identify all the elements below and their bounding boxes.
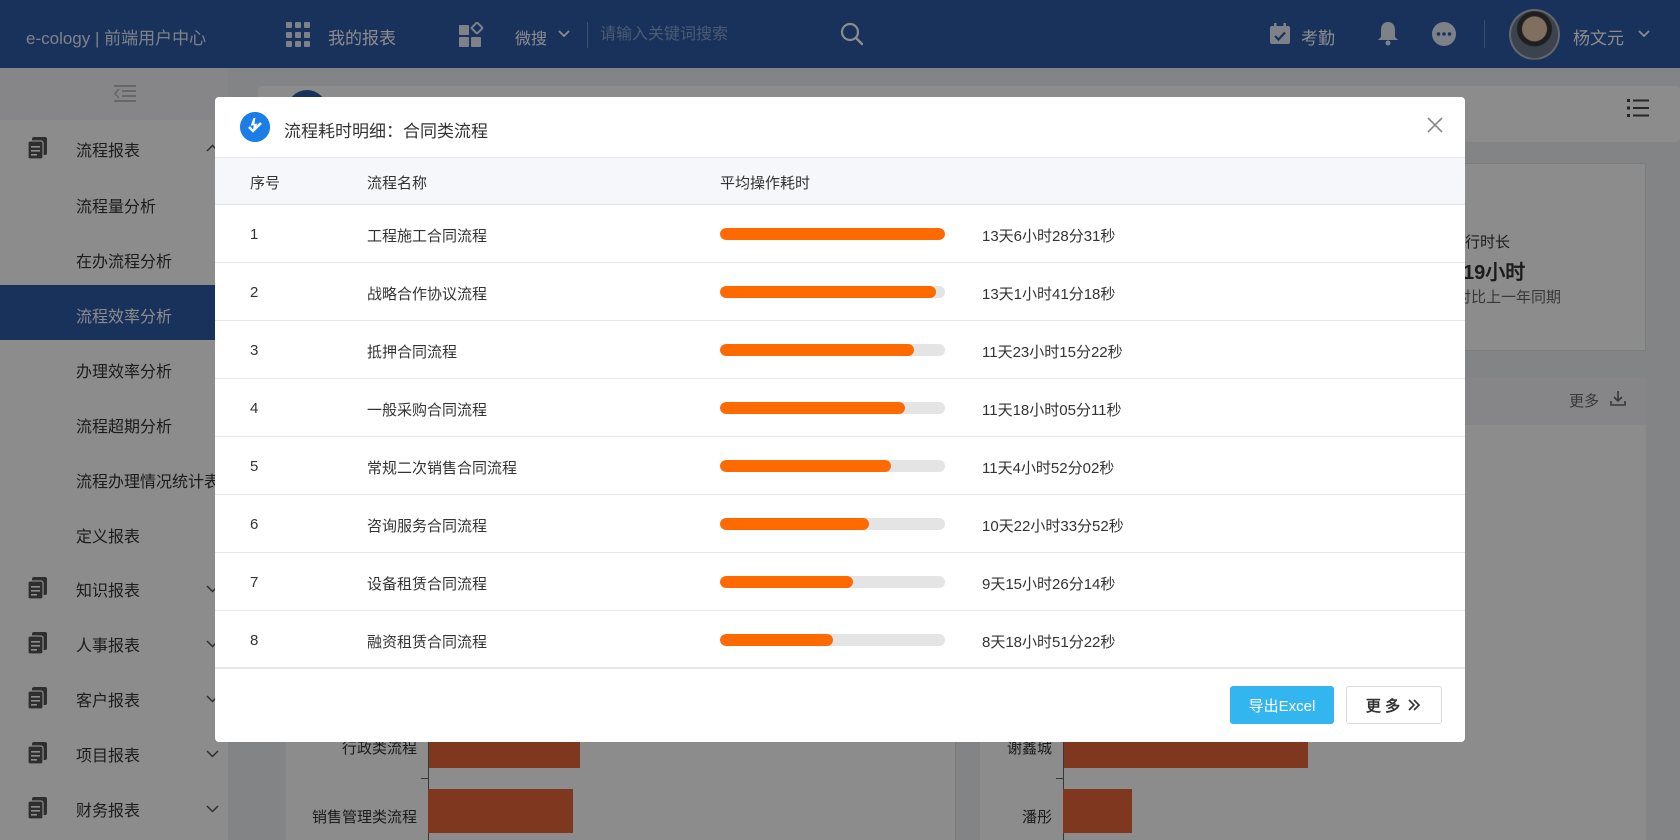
row-index: 7 [250,574,259,591]
progress-bar-fill [720,634,833,646]
row-process-name: 常规二次销售合同流程 [367,460,518,477]
row-avg-time: 10天22小时33分52秒 [982,518,1124,535]
row-index: 5 [250,458,259,475]
row-process-name: 工程施工合同流程 [367,228,488,245]
row-avg-time: 11天23小时15分22秒 [982,344,1123,361]
progress-bar-fill [720,344,914,356]
row-index: 6 [250,516,259,533]
modal-header: 流程耗时明细：合同类流程 [215,97,1465,157]
more-button-label: 更 多 [1365,697,1401,715]
close-icon[interactable] [1425,115,1445,135]
progress-bar-track [720,576,945,588]
process-duration-modal: 流程耗时明细：合同类流程 序号 流程名称 平均操作耗时 1 工程施工合同流程 13天… [215,97,1465,742]
progress-bar-track [720,634,945,646]
column-header-index[interactable]: 序号 [250,172,280,193]
row-avg-time: 8天18小时51分22秒 [982,634,1116,651]
progress-bar-fill [720,518,869,530]
app-logo-icon [240,112,270,142]
progress-bar-track [720,228,945,240]
row-avg-time: 9天15小时26分14秒 [982,576,1116,593]
table-row[interactable]: 5 常规二次销售合同流程 11天4小时52分02秒 [215,437,1465,495]
progress-bar-fill [720,402,905,414]
progress-bar-track [720,460,945,472]
progress-bar-track [720,518,945,530]
progress-bar-track [720,286,945,298]
modal-title: 流程耗时明细：合同类流程 [284,122,488,141]
row-process-name: 战略合作协议流程 [367,286,488,303]
column-header-name[interactable]: 流程名称 [367,172,427,193]
row-process-name: 融资租赁合同流程 [367,634,488,651]
column-header-avg-time[interactable]: 平均操作耗时 [720,172,810,193]
row-index: 1 [250,226,259,243]
progress-bar-track [720,344,945,356]
progress-bar-fill [720,460,891,472]
progress-bar-fill [720,228,945,240]
row-avg-time: 13天6小时28分31秒 [982,228,1116,245]
row-index: 4 [250,400,259,417]
row-process-name: 设备租赁合同流程 [367,576,488,593]
table-row[interactable]: 6 咨询服务合同流程 10天22小时33分52秒 [215,495,1465,553]
row-index: 2 [250,284,259,301]
row-avg-time: 13天1小时41分18秒 [982,286,1116,303]
row-avg-time: 11天4小时52分02秒 [982,460,1115,477]
row-avg-time: 11天18小时05分11秒 [982,402,1122,419]
progress-bar-fill [720,576,853,588]
table-row[interactable]: 8 融资租赁合同流程 8天18小时51分22秒 [215,611,1465,669]
row-index: 3 [250,342,259,359]
row-process-name: 一般采购合同流程 [367,402,488,419]
export-excel-button[interactable]: 导出Excel [1230,686,1334,724]
table-row[interactable]: 1 工程施工合同流程 13天6小时28分31秒 [215,205,1465,263]
row-index: 8 [250,632,259,649]
progress-bar-track [720,402,945,414]
progress-bar-fill [720,286,936,298]
table-header: 序号 流程名称 平均操作耗时 [215,157,1465,205]
table-row[interactable]: 2 战略合作协议流程 13天1小时41分18秒 [215,263,1465,321]
row-process-name: 抵押合同流程 [367,344,458,361]
table-row[interactable]: 3 抵押合同流程 11天23小时15分22秒 [215,321,1465,379]
more-button[interactable]: 更 多 [1346,686,1442,724]
row-process-name: 咨询服务合同流程 [367,518,488,535]
table-row[interactable]: 7 设备租赁合同流程 9天15小时26分14秒 [215,553,1465,611]
double-chevron-right-icon [1408,699,1421,711]
table-row[interactable]: 4 一般采购合同流程 11天18小时05分11秒 [215,379,1465,437]
